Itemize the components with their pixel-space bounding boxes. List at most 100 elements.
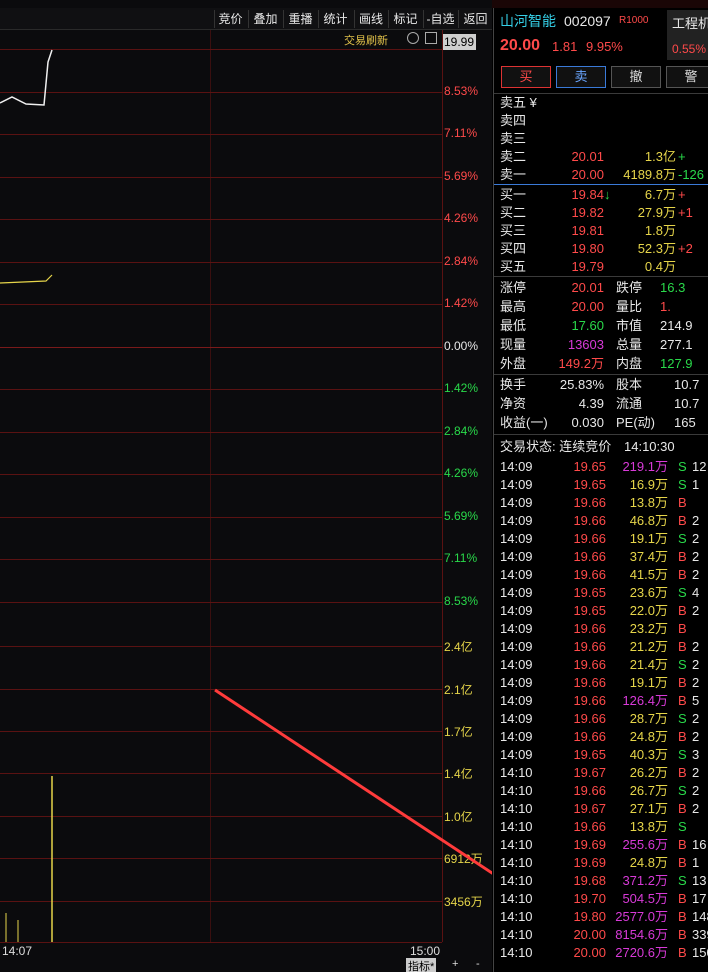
tick-time: 14:10 (500, 945, 533, 960)
sell-level-label: 卖五 ¥ (500, 95, 537, 110)
tick-count: 2 (692, 531, 700, 546)
buy-change: +1 (678, 205, 693, 220)
buy-volume: 1.8万 (644, 223, 676, 238)
tick-count: 17 (692, 891, 707, 906)
tick-row: 14:10 19.66 26.7万 S 2 (494, 782, 708, 800)
buy-level-label: 买三 (500, 223, 527, 238)
sell-volume (604, 130, 676, 148)
tick-count: 2 (692, 513, 700, 528)
tick-volume: 21.4万 (629, 657, 668, 672)
sell-volume: 4189.8万 (623, 167, 676, 182)
tick-row: 14:09 19.66 19.1万 S 2 (494, 530, 708, 548)
tick-row: 14:09 19.66 21.4万 S 2 (494, 656, 708, 674)
tick-time: 14:09 (500, 603, 533, 618)
tick-time: 14:10 (500, 819, 533, 834)
sell-volume: 1.3亿 (644, 149, 676, 164)
stat-value: 20.00 (571, 299, 604, 314)
buy-button[interactable]: 买 (501, 66, 551, 88)
tick-side: B (678, 801, 687, 816)
tick-count: 2 (692, 639, 700, 654)
tick-volume: 41.5万 (629, 567, 668, 582)
alert-button[interactable]: 警 (666, 66, 708, 88)
tick-side: B (678, 603, 687, 618)
tick-volume: 21.2万 (629, 639, 668, 654)
time-end-label: 15:00 (410, 944, 441, 958)
tick-side: B (678, 855, 687, 870)
tick-row: 14:09 19.65 16.9万 S 1 (494, 476, 708, 494)
sell-button[interactable]: 卖 (556, 66, 606, 88)
tick-count: 339 (692, 927, 708, 942)
tick-time: 14:10 (500, 783, 533, 798)
divider (494, 434, 708, 435)
tick-time: 14:09 (500, 621, 533, 636)
tick-volume: 19.1万 (629, 531, 668, 546)
buy-volume: 0.4万 (644, 259, 676, 274)
tick-volume: 2720.6万 (615, 945, 668, 960)
stat-value: 17.60 (571, 318, 604, 333)
stat-label: PE(动) (616, 415, 656, 430)
tick-volume: 24.8万 (629, 729, 668, 744)
tick-count: 16 (692, 837, 707, 852)
tick-time: 14:09 (500, 531, 533, 546)
tick-volume: 13.8万 (629, 495, 668, 510)
buy-price: 19.79 (571, 259, 604, 274)
tick-side: B (678, 927, 687, 942)
sell-level-label: 卖二 (500, 149, 527, 164)
buy-price: 19.80 (571, 241, 604, 256)
tick-row: 14:10 19.69 24.8万 B 1 (494, 854, 708, 872)
sell-level-label: 卖三 (500, 131, 527, 146)
tick-time: 14:09 (500, 693, 533, 708)
tick-count: 2 (692, 801, 700, 816)
sell-volume (604, 94, 676, 112)
stat-label: 外盘 (500, 356, 527, 371)
sell-change: + (678, 149, 686, 164)
tick-volume: 13.8万 (629, 819, 668, 834)
tick-time: 14:09 (500, 657, 533, 672)
tick-row: 14:10 19.69 255.6万 B 16 (494, 836, 708, 854)
stat-value: 165 (674, 415, 696, 430)
tick-row: 14:10 19.67 27.1万 B 2 (494, 800, 708, 818)
tick-time: 14:09 (500, 585, 533, 600)
tick-side: B (678, 675, 687, 690)
buy-price: 19.84 (571, 187, 604, 202)
tick-side: S (678, 747, 687, 762)
zoom-out-button[interactable]: - (476, 958, 480, 970)
sector-box[interactable]: 工程机 0.55% (667, 10, 708, 60)
tick-time: 14:09 (500, 675, 533, 690)
tick-side: S (678, 477, 687, 492)
tick-volume: 19.1万 (629, 675, 668, 690)
cancel-order-button[interactable]: 撤 (611, 66, 661, 88)
tick-count: 150 (692, 945, 708, 960)
tick-row: 14:1019.802577.0万B148 (494, 908, 708, 926)
buy-level-label: 买一 (500, 187, 527, 202)
buy-level-label: 买五 (500, 259, 527, 274)
stat-label: 股本 (616, 377, 643, 392)
tick-volume: 371.2万 (622, 873, 668, 888)
tick-count: 4 (692, 585, 700, 600)
tick-side: B (678, 621, 687, 636)
sell-price: 20.01 (571, 149, 604, 164)
stat-label: 量比 (616, 299, 643, 314)
tick-count: 2 (692, 603, 700, 618)
buy-volume: 6.7万 (644, 187, 676, 202)
sell-price: 20.00 (571, 167, 604, 182)
tick-row: 14:09 19.65 23.6万 S 4 (494, 584, 708, 602)
stat-value: 25.83% (559, 377, 604, 392)
tick-side: S (678, 459, 687, 474)
tick-time: 14:10 (500, 891, 533, 906)
tick-count: 2 (692, 675, 700, 690)
stat-value: 214.9 (660, 318, 693, 333)
tick-time: 14:10 (500, 909, 533, 924)
tick-volume: 22.0万 (629, 603, 668, 618)
tick-row: 14:10 19.67 26.2万 B 2 (494, 764, 708, 782)
stat-label: 总量 (616, 337, 643, 352)
tick-count: 2 (692, 729, 700, 744)
stat-value: 16.3 (660, 280, 686, 295)
indicator-button[interactable]: 指标* (406, 958, 437, 972)
tick-count: 3 (692, 747, 700, 762)
tick-side: S (678, 711, 687, 726)
tick-count: 5 (692, 693, 700, 708)
zoom-in-button[interactable]: + (452, 958, 458, 970)
trade-status: 交易状态: 连续竞价 (500, 439, 612, 454)
tick-time: 14:10 (500, 873, 533, 888)
